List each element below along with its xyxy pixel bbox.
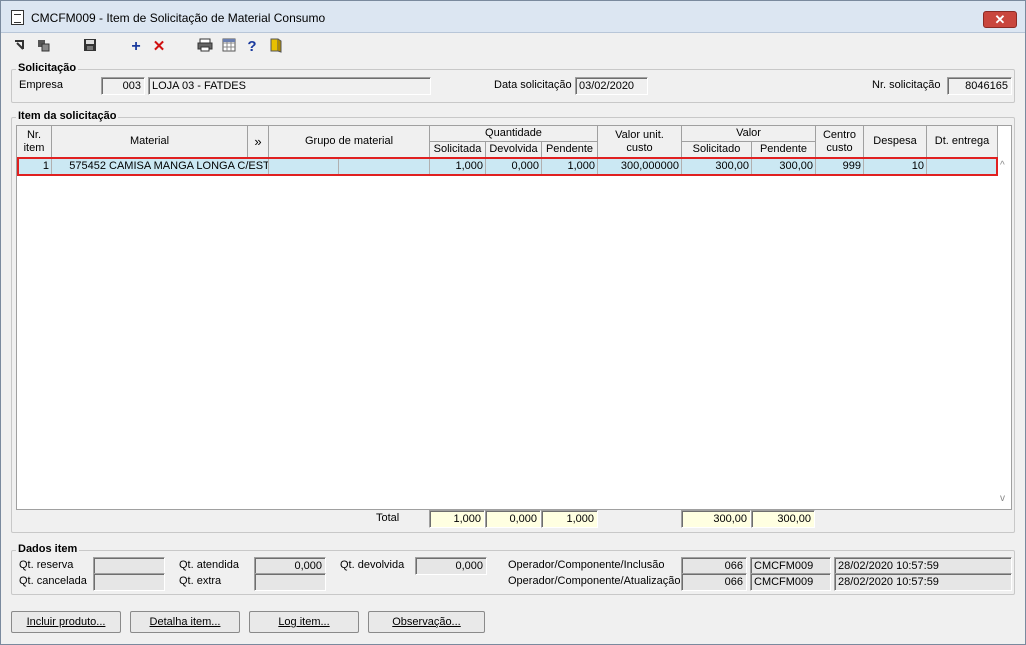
total-label: Total (376, 512, 400, 524)
empresa-label: Empresa (19, 79, 64, 91)
op-atualizacao-data[interactable]: 28/02/2020 10:57:59 (834, 573, 1012, 591)
empresa-name-field[interactable]: LOJA 03 - FATDES (148, 77, 431, 95)
scroll-down-icon[interactable]: v (1000, 493, 1005, 504)
selected-row-highlight (17, 157, 998, 176)
op-inclusao-label: Operador/Componente/Inclusão (508, 559, 665, 571)
qt-cancelada-label: Qt. cancelada (19, 575, 87, 587)
total-qt-pendente: 1,000 (541, 510, 598, 528)
header-centro-custo[interactable]: Centro custo (816, 126, 864, 158)
observacao-label: Observação... (392, 616, 461, 628)
header-nr-item[interactable]: Nr. item (17, 126, 52, 158)
header-val-solicitado[interactable]: Solicitado (682, 142, 752, 158)
total-val-solicitado: 300,00 (681, 510, 751, 528)
item-title: Item da solicitação (16, 110, 119, 122)
print-icon[interactable] (196, 38, 214, 56)
qt-devolvida-label: Qt. devolvida (340, 559, 405, 571)
header-despesa[interactable]: Despesa (864, 126, 927, 158)
qt-atendida-label: Qt. atendida (179, 559, 239, 571)
grid-icon[interactable] (220, 38, 238, 56)
help-icon[interactable]: ? (243, 38, 261, 56)
header-grupo-material[interactable]: Grupo de material (269, 126, 430, 158)
copy-icon[interactable] (35, 38, 53, 56)
incluir-produto-label: Incluir produto... (26, 616, 106, 628)
data-solicitacao-field[interactable]: 03/02/2020 (575, 77, 648, 95)
header-valor: Valor (682, 126, 816, 142)
header-quantidade: Quantidade (430, 126, 598, 142)
total-qt-devolvida: 0,000 (485, 510, 541, 528)
empresa-code-field[interactable]: 003 (101, 77, 145, 95)
total-val-pendente: 300,00 (751, 510, 815, 528)
document-icon (11, 10, 24, 25)
qt-extra-label: Qt. extra (179, 575, 222, 587)
add-icon[interactable]: + (127, 38, 145, 56)
op-atualizacao-label: Operador/Componente/Atualização (508, 575, 681, 587)
header-qt-solicitada[interactable]: Solicitada (430, 142, 486, 158)
main-window: CMCFM009 - Item de Solicitação de Materi… (0, 0, 1026, 645)
total-qt-solicitada: 1,000 (429, 510, 485, 528)
save-icon[interactable] (81, 38, 99, 56)
qt-devolvida-field[interactable]: 0,000 (415, 557, 487, 575)
log-item-label: Log item... (278, 616, 330, 628)
nr-solicitacao-label: Nr. solicitação (872, 79, 941, 91)
incluir-produto-button[interactable]: Incluir produto... (11, 611, 121, 633)
detalha-item-label: Detalha item... (149, 616, 221, 628)
nr-solicitacao-field[interactable]: 8046165 (947, 77, 1012, 95)
first-record-icon[interactable] (11, 38, 29, 56)
op-atualizacao-componente[interactable]: CMCFM009 (750, 573, 831, 591)
header-expand[interactable]: » (248, 126, 269, 158)
items-grid: Nr. item Material » Grupo de material Qu… (16, 125, 1012, 510)
header-val-pendente[interactable]: Pendente (752, 142, 816, 158)
qt-reserva-label: Qt. reserva (19, 559, 74, 571)
window-title: CMCFM009 - Item de Solicitação de Materi… (31, 11, 326, 25)
header-valor-unit[interactable]: Valor unit. custo (598, 126, 682, 158)
header-dt-entrega[interactable]: Dt. entrega (927, 126, 998, 158)
qt-cancelada-field[interactable] (93, 573, 165, 591)
solicitacao-title: Solicitação (16, 62, 79, 74)
title-bar: CMCFM009 - Item de Solicitação de Materi… (1, 1, 1025, 33)
detalha-item-button[interactable]: Detalha item... (130, 611, 240, 633)
op-atualizacao-operador[interactable]: 066 (681, 573, 747, 591)
qt-extra-field[interactable] (254, 573, 326, 591)
exit-icon[interactable] (267, 38, 285, 56)
data-solicitacao-label: Data solicitação (494, 79, 572, 91)
delete-icon[interactable]: ✕ (150, 38, 168, 56)
header-material[interactable]: Material (52, 126, 248, 158)
close-button[interactable]: ✕ (983, 11, 1017, 28)
scroll-up-icon[interactable]: ^ (1000, 160, 1005, 171)
header-qt-pendente[interactable]: Pendente (542, 142, 598, 158)
header-qt-devolvida[interactable]: Devolvida (486, 142, 542, 158)
observacao-button[interactable]: Observação... (368, 611, 485, 633)
dados-item-title: Dados item (16, 543, 80, 555)
log-item-button[interactable]: Log item... (249, 611, 359, 633)
